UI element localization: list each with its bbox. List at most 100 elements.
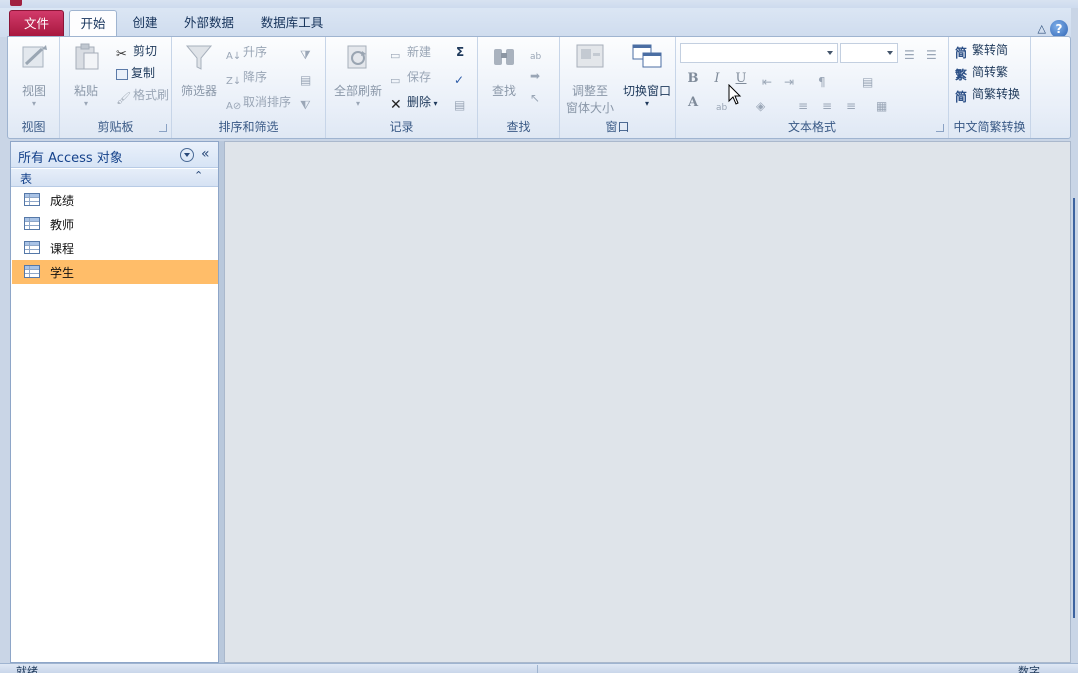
cut-button[interactable]: ✂ 剪切	[116, 41, 157, 62]
delete-record-button[interactable]: ✕ 删除 ▾	[390, 92, 438, 113]
paint-bucket-icon: ◈	[756, 99, 766, 113]
nav-pane-title[interactable]: 所有 Access 对象	[18, 147, 123, 166]
format-painter-icon: 🖌	[116, 91, 132, 105]
align-center-icon: ≡	[822, 99, 833, 113]
nav-item-table-scores[interactable]: 成绩	[12, 188, 218, 212]
sort-ascending-button[interactable]: A↓ 升序	[226, 42, 267, 62]
nav-item-table-students[interactable]: 学生	[12, 260, 218, 284]
refresh-dropdown-icon: ▾	[355, 99, 360, 108]
shutter-bar-close-icon[interactable]: «	[201, 146, 210, 162]
group-label-views: 视图	[21, 120, 46, 134]
document-workspace	[224, 141, 1071, 663]
simp-to-trad-button[interactable]: 繁简转繁	[955, 62, 1008, 82]
alternate-row-color-button[interactable]: ▤	[862, 69, 879, 89]
switch-windows-label: 切换窗口	[622, 84, 671, 98]
switch-windows-dropdown-icon: ▾	[644, 99, 649, 108]
save-icon: ▭	[390, 74, 401, 87]
switch-windows-button[interactable]: 切换窗口 ▾	[620, 41, 674, 108]
font-name-select[interactable]	[680, 43, 838, 63]
tab-file[interactable]: 文件	[9, 10, 64, 37]
minimize-ribbon-icon[interactable]: △	[1038, 22, 1046, 35]
conversion-button[interactable]: 简简繁转换	[955, 84, 1020, 104]
group-views: 视图 ▾ 视图	[8, 37, 60, 138]
paragraph-direction-button[interactable]: ¶	[818, 69, 835, 89]
totals-button[interactable]: Σ	[456, 42, 464, 62]
group-label-sort-filter: 排序和筛选	[218, 120, 279, 134]
text-formatting-launcher-icon[interactable]	[936, 124, 944, 132]
italic-button[interactable]: I	[708, 70, 726, 88]
replace-button[interactable]: ab	[530, 42, 547, 62]
collapse-group-icon[interactable]: ⌃	[194, 169, 203, 182]
nav-pane-header[interactable]: 所有 Access 对象 «	[11, 142, 218, 168]
tab-database-tools[interactable]: 数据库工具	[252, 10, 332, 37]
clipboard-launcher-icon[interactable]	[159, 124, 167, 132]
nav-item-table-courses[interactable]: 课程	[12, 236, 218, 260]
goto-button[interactable]: ➡	[530, 63, 547, 83]
increase-indent-button[interactable]: ⇥	[784, 69, 801, 89]
binoculars-icon	[494, 49, 514, 65]
paste-label: 粘贴	[73, 84, 98, 98]
nav-item-table-teachers[interactable]: 教师	[12, 212, 218, 236]
find-button[interactable]: 查找	[484, 41, 524, 99]
select-button[interactable]: ↖	[530, 85, 547, 105]
access-app-icon[interactable]	[10, 0, 22, 6]
size-to-fit-label-2: 窗体大小	[565, 101, 614, 115]
remove-sort-button[interactable]: A⊘ 取消排序	[226, 92, 291, 112]
find-label: 查找	[491, 84, 516, 98]
decrease-indent-button[interactable]: ⇤	[762, 69, 779, 89]
trad-to-simp-button[interactable]: 简繁转简	[955, 40, 1008, 60]
numbering-button[interactable]: ☰	[926, 42, 943, 62]
trad-to-simp-icon: 简	[955, 46, 968, 60]
font-size-select[interactable]	[840, 43, 898, 63]
selection-filter-button[interactable]: ⧩	[300, 42, 317, 62]
new-record-button[interactable]: ▭ 新建	[390, 42, 431, 62]
remove-sort-icon: A⊘	[226, 101, 242, 112]
group-label-chinese-conversion: 中文简繁转换	[953, 120, 1026, 134]
simp-to-trad-icon: 繁	[955, 68, 968, 82]
refresh-all-button[interactable]: 全部刷新 ▾	[330, 41, 386, 108]
group-window: 调整至 窗体大小 切换窗口 ▾ 窗口	[560, 37, 676, 138]
spelling-button[interactable]: ✓	[454, 67, 471, 87]
group-label-records: 记录	[389, 120, 414, 134]
gridlines-button[interactable]: ▦	[876, 93, 893, 113]
ascending-label: 升序	[243, 45, 268, 59]
more-records-button[interactable]: ▤	[454, 92, 471, 112]
copy-icon	[116, 69, 128, 80]
font-color-button[interactable]: A	[684, 94, 702, 112]
increase-indent-icon: ⇥	[784, 75, 795, 89]
tab-create[interactable]: 创建	[122, 10, 168, 37]
window-right-edge	[1071, 8, 1078, 673]
font-name-dropdown-icon	[827, 51, 833, 55]
paste-button[interactable]: 粘贴 ▾	[66, 41, 106, 108]
status-numlock-text: 数字	[1018, 665, 1040, 673]
nav-item-label: 成绩	[50, 194, 75, 208]
copy-button[interactable]: 复制	[116, 63, 155, 83]
tab-home[interactable]: 开始	[69, 10, 117, 37]
align-right-button[interactable]: ≡	[846, 93, 863, 113]
format-painter-button[interactable]: 🖌 格式刷	[116, 85, 169, 105]
sort-descending-button[interactable]: Z↓ 降序	[226, 67, 267, 87]
advanced-filter-button[interactable]: ▤	[300, 67, 317, 87]
paragraph-mark-icon: ¶	[818, 75, 826, 89]
filter-button[interactable]: 筛选器	[176, 41, 222, 99]
align-left-button[interactable]: ≡	[798, 93, 815, 113]
delete-label: 删除	[407, 95, 432, 109]
size-to-fit-button[interactable]: 调整至 窗体大小	[562, 41, 618, 116]
group-label-text-formatting: 文本格式	[787, 120, 836, 134]
align-right-icon: ≡	[846, 99, 857, 113]
table-icon	[24, 265, 40, 278]
nav-group-header-tables[interactable]: 表 ⌃	[11, 169, 218, 187]
bullets-button[interactable]: ☰	[904, 42, 921, 62]
size-to-fit-icon	[576, 44, 604, 68]
font-size-dropdown-icon	[887, 51, 893, 55]
align-center-button[interactable]: ≡	[822, 93, 839, 113]
save-record-button[interactable]: ▭ 保存	[390, 67, 431, 87]
nav-menu-dropdown-icon[interactable]	[180, 148, 194, 162]
fill-color-button[interactable]: ◈	[756, 93, 773, 113]
group-find: 查找 ab ➡ ↖ 查找	[478, 37, 560, 138]
view-button[interactable]: 视图 ▾	[12, 41, 56, 108]
tab-external-data[interactable]: 外部数据	[176, 10, 242, 37]
group-text-formatting: ☰ ☰ B I U ⇤ ⇥ ¶ ▤ A ab ◈ ≡ ≡ ≡ ▦ 文本格式	[676, 37, 949, 138]
toggle-filter-button[interactable]: ⧨	[300, 92, 317, 112]
bold-button[interactable]: B	[684, 70, 702, 88]
